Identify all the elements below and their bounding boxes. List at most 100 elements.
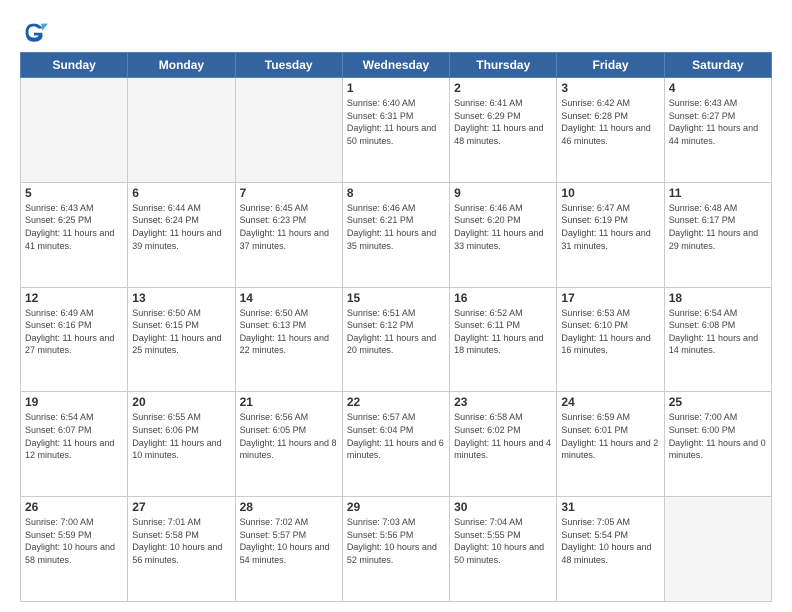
day-info: Sunrise: 7:01 AMSunset: 5:58 PMDaylight:… xyxy=(132,516,230,566)
calendar-day-cell: 10 Sunrise: 6:47 AMSunset: 6:19 PMDayligh… xyxy=(557,182,664,287)
day-number: 26 xyxy=(25,500,123,514)
day-info: Sunrise: 6:44 AMSunset: 6:24 PMDaylight:… xyxy=(132,202,230,252)
day-number: 31 xyxy=(561,500,659,514)
day-info: Sunrise: 7:04 AMSunset: 5:55 PMDaylight:… xyxy=(454,516,552,566)
calendar-day-cell: 16 Sunrise: 6:52 AMSunset: 6:11 PMDayligh… xyxy=(450,287,557,392)
day-number: 22 xyxy=(347,395,445,409)
calendar-day-cell: 9Sunrise: 6:46 AMSunset: 6:20 PMDaylight… xyxy=(450,182,557,287)
day-number: 6 xyxy=(132,186,230,200)
weekday-header: Sunday xyxy=(21,53,128,78)
day-info: Sunrise: 6:57 AMSunset: 6:04 PMDaylight:… xyxy=(347,411,445,461)
day-info: Sunrise: 6:46 AMSunset: 6:21 PMDaylight:… xyxy=(347,202,445,252)
calendar-day-cell: 30 Sunrise: 7:04 AMSunset: 5:55 PMDayligh… xyxy=(450,497,557,602)
calendar-week-row: 5Sunrise: 6:43 AMSunset: 6:25 PMDaylight… xyxy=(21,182,772,287)
calendar-day-cell: 12 Sunrise: 6:49 AMSunset: 6:16 PMDayligh… xyxy=(21,287,128,392)
day-number: 1 xyxy=(347,81,445,95)
day-info: Sunrise: 6:45 AMSunset: 6:23 PMDaylight:… xyxy=(240,202,338,252)
calendar-day-cell: 23 Sunrise: 6:58 AMSunset: 6:02 PMDayligh… xyxy=(450,392,557,497)
day-number: 5 xyxy=(25,186,123,200)
day-number: 3 xyxy=(561,81,659,95)
calendar-day-cell: 7 Sunrise: 6:45 AMSunset: 6:23 PMDaylight… xyxy=(235,182,342,287)
calendar-table: SundayMondayTuesdayWednesdayThursdayFrid… xyxy=(20,52,772,602)
calendar-day-cell: 8 Sunrise: 6:46 AMSunset: 6:21 PMDaylight… xyxy=(342,182,449,287)
day-info: Sunrise: 6:55 AMSunset: 6:06 PMDaylight:… xyxy=(132,411,230,461)
day-info: Sunrise: 6:58 AMSunset: 6:02 PMDaylight:… xyxy=(454,411,552,461)
weekday-header: Saturday xyxy=(664,53,771,78)
day-number: 15 xyxy=(347,291,445,305)
calendar-day-cell: 19Sunrise: 6:54 AMSunset: 6:07 PMDayligh… xyxy=(21,392,128,497)
day-number: 20 xyxy=(132,395,230,409)
calendar-day-cell: 5Sunrise: 6:43 AMSunset: 6:25 PMDaylight… xyxy=(21,182,128,287)
calendar-day-cell: 6 Sunrise: 6:44 AMSunset: 6:24 PMDaylight… xyxy=(128,182,235,287)
weekday-header: Tuesday xyxy=(235,53,342,78)
day-number: 14 xyxy=(240,291,338,305)
day-number: 2 xyxy=(454,81,552,95)
day-info: Sunrise: 6:56 AMSunset: 6:05 PMDaylight:… xyxy=(240,411,338,461)
day-info: Sunrise: 6:40 AMSunset: 6:31 PMDaylight:… xyxy=(347,97,445,147)
day-number: 23 xyxy=(454,395,552,409)
calendar-day-cell: 22 Sunrise: 6:57 AMSunset: 6:04 PMDayligh… xyxy=(342,392,449,497)
day-number: 30 xyxy=(454,500,552,514)
calendar-day-cell xyxy=(235,78,342,183)
day-info: Sunrise: 6:51 AMSunset: 6:12 PMDaylight:… xyxy=(347,307,445,357)
day-number: 28 xyxy=(240,500,338,514)
day-number: 21 xyxy=(240,395,338,409)
calendar-day-cell: 13 Sunrise: 6:50 AMSunset: 6:15 PMDayligh… xyxy=(128,287,235,392)
calendar-day-cell: 15 Sunrise: 6:51 AMSunset: 6:12 PMDayligh… xyxy=(342,287,449,392)
calendar-day-cell xyxy=(128,78,235,183)
day-info: Sunrise: 6:54 AMSunset: 6:08 PMDaylight:… xyxy=(669,307,767,357)
calendar-day-cell: 25 Sunrise: 7:00 AMSunset: 6:00 PMDayligh… xyxy=(664,392,771,497)
calendar-week-row: 1 Sunrise: 6:40 AMSunset: 6:31 PMDaylight… xyxy=(21,78,772,183)
day-number: 24 xyxy=(561,395,659,409)
day-info: Sunrise: 6:46 AMSunset: 6:20 PMDaylight:… xyxy=(454,202,552,252)
calendar-week-row: 12 Sunrise: 6:49 AMSunset: 6:16 PMDayligh… xyxy=(21,287,772,392)
calendar-day-cell: 11Sunrise: 6:48 AMSunset: 6:17 PMDayligh… xyxy=(664,182,771,287)
calendar-day-cell: 29 Sunrise: 7:03 AMSunset: 5:56 PMDayligh… xyxy=(342,497,449,602)
day-info: Sunrise: 6:47 AMSunset: 6:19 PMDaylight:… xyxy=(561,202,659,252)
weekday-header: Wednesday xyxy=(342,53,449,78)
calendar-day-cell: 24 Sunrise: 6:59 AMSunset: 6:01 PMDayligh… xyxy=(557,392,664,497)
weekday-header: Friday xyxy=(557,53,664,78)
calendar-day-cell: 17Sunrise: 6:53 AMSunset: 6:10 PMDayligh… xyxy=(557,287,664,392)
calendar-day-cell: 31Sunrise: 7:05 AMSunset: 5:54 PMDayligh… xyxy=(557,497,664,602)
logo-icon xyxy=(20,18,48,46)
day-number: 29 xyxy=(347,500,445,514)
day-number: 13 xyxy=(132,291,230,305)
day-info: Sunrise: 6:53 AMSunset: 6:10 PMDaylight:… xyxy=(561,307,659,357)
day-info: Sunrise: 7:00 AMSunset: 6:00 PMDaylight:… xyxy=(669,411,767,461)
calendar-day-cell: 18 Sunrise: 6:54 AMSunset: 6:08 PMDayligh… xyxy=(664,287,771,392)
calendar-day-cell: 14 Sunrise: 6:50 AMSunset: 6:13 PMDayligh… xyxy=(235,287,342,392)
day-info: Sunrise: 6:52 AMSunset: 6:11 PMDaylight:… xyxy=(454,307,552,357)
day-info: Sunrise: 6:54 AMSunset: 6:07 PMDaylight:… xyxy=(25,411,123,461)
day-info: Sunrise: 7:00 AMSunset: 5:59 PMDaylight:… xyxy=(25,516,123,566)
top-bar xyxy=(20,18,772,46)
calendar-day-cell xyxy=(21,78,128,183)
calendar-day-cell: 21 Sunrise: 6:56 AMSunset: 6:05 PMDayligh… xyxy=(235,392,342,497)
calendar-day-cell: 2 Sunrise: 6:41 AMSunset: 6:29 PMDaylight… xyxy=(450,78,557,183)
day-info: Sunrise: 6:50 AMSunset: 6:15 PMDaylight:… xyxy=(132,307,230,357)
calendar-day-cell: 27 Sunrise: 7:01 AMSunset: 5:58 PMDayligh… xyxy=(128,497,235,602)
weekday-header: Thursday xyxy=(450,53,557,78)
day-info: Sunrise: 7:03 AMSunset: 5:56 PMDaylight:… xyxy=(347,516,445,566)
calendar-day-cell: 26 Sunrise: 7:00 AMSunset: 5:59 PMDayligh… xyxy=(21,497,128,602)
weekday-header: Monday xyxy=(128,53,235,78)
calendar-week-row: 26 Sunrise: 7:00 AMSunset: 5:59 PMDayligh… xyxy=(21,497,772,602)
day-number: 12 xyxy=(25,291,123,305)
day-info: Sunrise: 6:59 AMSunset: 6:01 PMDaylight:… xyxy=(561,411,659,461)
day-info: Sunrise: 6:50 AMSunset: 6:13 PMDaylight:… xyxy=(240,307,338,357)
calendar-day-cell xyxy=(664,497,771,602)
day-number: 8 xyxy=(347,186,445,200)
day-info: Sunrise: 7:02 AMSunset: 5:57 PMDaylight:… xyxy=(240,516,338,566)
day-info: Sunrise: 6:41 AMSunset: 6:29 PMDaylight:… xyxy=(454,97,552,147)
calendar-day-cell: 4Sunrise: 6:43 AMSunset: 6:27 PMDaylight… xyxy=(664,78,771,183)
day-number: 4 xyxy=(669,81,767,95)
day-number: 27 xyxy=(132,500,230,514)
day-number: 11 xyxy=(669,186,767,200)
day-info: Sunrise: 6:49 AMSunset: 6:16 PMDaylight:… xyxy=(25,307,123,357)
day-number: 16 xyxy=(454,291,552,305)
calendar-day-cell: 1 Sunrise: 6:40 AMSunset: 6:31 PMDaylight… xyxy=(342,78,449,183)
day-number: 10 xyxy=(561,186,659,200)
day-number: 18 xyxy=(669,291,767,305)
day-number: 7 xyxy=(240,186,338,200)
day-number: 25 xyxy=(669,395,767,409)
